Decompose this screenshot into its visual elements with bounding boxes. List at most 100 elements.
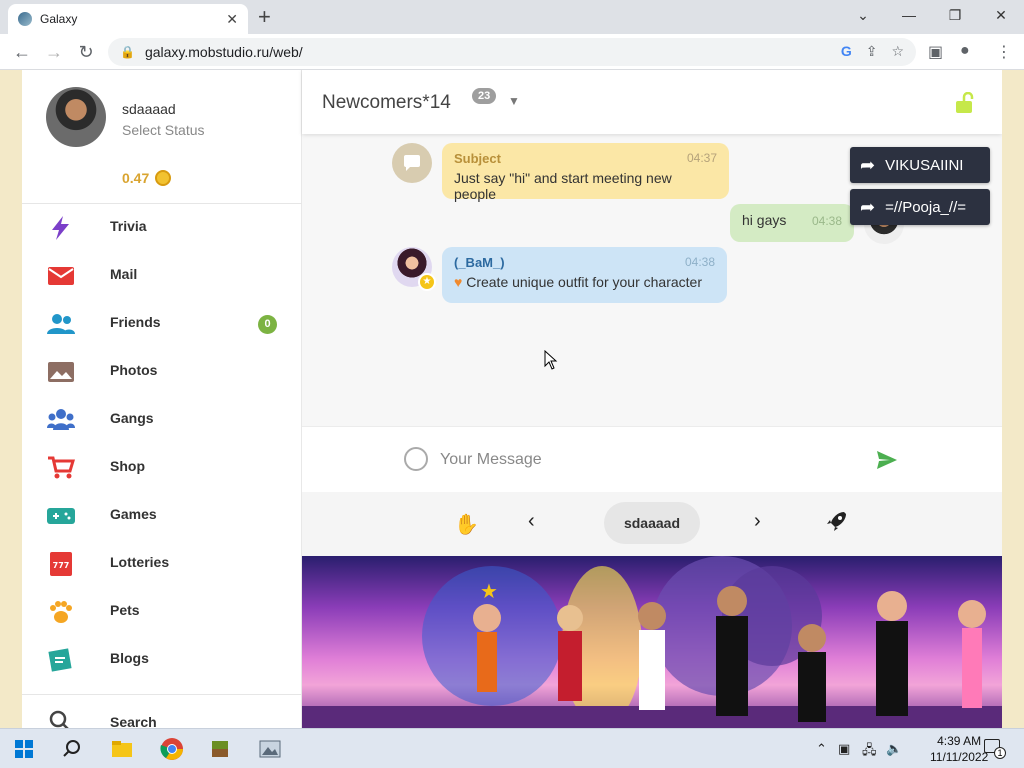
- room-user-count-badge: 23: [472, 88, 497, 104]
- sidebar-item-games[interactable]: Games: [22, 492, 302, 540]
- message-sender[interactable]: Subject: [454, 151, 717, 166]
- sidebar-menu: Trivia Mail Friends 0 Photos Gangs Shop …: [22, 204, 302, 684]
- sidebar-item-blogs[interactable]: Blogs: [22, 636, 302, 684]
- coin-amount: 0.47: [122, 170, 150, 186]
- ticket-icon: 777: [50, 552, 72, 576]
- volume-icon[interactable]: 🔈: [886, 741, 902, 757]
- bam-avatar[interactable]: ★: [392, 247, 436, 291]
- notification-user[interactable]: ➦ =//Pooja_//=: [850, 189, 990, 225]
- sidebar: sdaaaad Select Status 0.47 Trivia Mail F…: [22, 70, 302, 728]
- promo-banner[interactable]: ★: [302, 556, 1002, 728]
- sidebar-item-friends[interactable]: Friends 0: [22, 300, 302, 348]
- notification-name: =//Pooja_//=: [885, 198, 966, 216]
- system-clock[interactable]: 4:39 AM 11/11/2022: [930, 733, 988, 765]
- message-sender[interactable]: (_BaM_): [454, 255, 715, 270]
- network-icon[interactable]: 🖧: [862, 741, 877, 763]
- url-text: galaxy.mobstudio.ru/web/: [144, 44, 303, 60]
- outfit-icon: ♥: [454, 274, 463, 290]
- room-title[interactable]: Newcomers*14: [322, 92, 451, 114]
- sidebar-item-shop[interactable]: Shop: [22, 444, 302, 492]
- windows-taskbar: ⌃ ▣ 🖧 🔈 4:39 AM 11/11/2022 1: [0, 728, 1024, 768]
- menu-dots-icon[interactable]: ⋮: [996, 42, 1012, 62]
- chat-panel: Newcomers*14 23 ▼ Subject 04:37 Just say…: [302, 70, 1002, 728]
- bookmark-star-icon[interactable]: ☆: [891, 43, 904, 60]
- tray-app-icon[interactable]: ▣: [838, 741, 850, 757]
- chrome-icon[interactable]: [158, 735, 186, 763]
- profile-username[interactable]: sdaaaad: [122, 101, 176, 117]
- sidebar-item-pets[interactable]: Pets: [22, 588, 302, 636]
- search-icon: [49, 710, 69, 728]
- chevron-up-icon[interactable]: ⌃: [816, 741, 827, 757]
- minecraft-icon[interactable]: [206, 735, 234, 763]
- sidebar-item-label: Games: [110, 506, 157, 522]
- sidebar-item-search[interactable]: Search: [22, 698, 302, 728]
- close-tab-icon[interactable]: ✕: [226, 11, 238, 28]
- action-bar: ✋ ‹ sdaaaad ›: [302, 492, 1002, 556]
- address-bar[interactable]: 🔒 galaxy.mobstudio.ru/web/ G ⇪ ☆: [108, 38, 916, 66]
- search-icon[interactable]: [58, 735, 86, 763]
- message-text-row: ♥ Create unique outfit for your characte…: [454, 274, 715, 290]
- sidebar-item-trivia[interactable]: Trivia: [22, 204, 302, 252]
- back-icon[interactable]: ←: [10, 40, 34, 64]
- notification-stack: ➦ VIKUSAIINI ➦ =//Pooja_//=: [850, 147, 990, 231]
- tab-search-icon[interactable]: ⌄: [840, 0, 886, 30]
- sidebar-item-label: Photos: [110, 362, 158, 378]
- sidebar-item-label: Friends: [110, 314, 161, 330]
- message-time: 04:37: [686, 151, 717, 165]
- windows-start-icon[interactable]: [10, 735, 38, 763]
- share-icon[interactable]: ⇪: [866, 43, 878, 60]
- send-icon[interactable]: [876, 449, 898, 471]
- rocket-icon[interactable]: [824, 510, 848, 534]
- previous-user-button[interactable]: ‹: [528, 510, 535, 533]
- sidebar-item-gangs[interactable]: Gangs: [22, 396, 302, 444]
- galaxy-favicon-icon: [18, 12, 32, 26]
- minimize-button[interactable]: —: [886, 0, 932, 30]
- new-tab-button[interactable]: +: [258, 6, 271, 28]
- next-user-button[interactable]: ›: [754, 510, 761, 533]
- sidebar-item-lotteries[interactable]: 777 Lotteries: [22, 540, 302, 588]
- chat-header: Newcomers*14 23 ▼: [302, 70, 1002, 134]
- sidebar-item-label: Search: [110, 714, 157, 728]
- browser-tab-bar: Galaxy ✕ + ⌄ — ❐ ✕: [0, 0, 1024, 34]
- sidebar-item-label: Trivia: [110, 218, 147, 234]
- share-arrow-icon: ➦: [860, 154, 876, 175]
- wave-hand-icon[interactable]: ✋: [454, 512, 479, 537]
- avatar[interactable]: [46, 87, 106, 147]
- sidebar-item-photos[interactable]: Photos: [22, 348, 302, 396]
- blog-icon: [48, 648, 72, 672]
- file-explorer-icon[interactable]: [108, 735, 136, 763]
- notification-user[interactable]: ➦ VIKUSAIINI: [850, 147, 990, 183]
- side-panel-icon[interactable]: ▣: [928, 42, 943, 62]
- forward-icon[interactable]: →: [42, 40, 66, 64]
- sidebar-item-label: Lotteries: [110, 554, 170, 570]
- profile-panel: sdaaaad Select Status 0.47: [22, 70, 302, 204]
- reload-icon[interactable]: ↻: [74, 40, 98, 64]
- coin-balance[interactable]: 0.47: [122, 170, 172, 186]
- notification-name: VIKUSAIINI: [885, 156, 964, 174]
- cart-icon: [48, 456, 75, 479]
- message-input[interactable]: [440, 445, 860, 475]
- restore-button[interactable]: ❐: [932, 0, 978, 30]
- message-composer: [302, 426, 1002, 492]
- emoji-icon[interactable]: [404, 447, 428, 471]
- menu-divider: [22, 694, 302, 695]
- tab-title: Galaxy: [40, 12, 78, 26]
- google-icon[interactable]: G: [841, 43, 852, 60]
- profile-icon[interactable]: ●: [960, 42, 970, 60]
- share-arrow-icon: ➦: [860, 196, 876, 217]
- message-text: Create unique outfit for your character: [466, 274, 702, 290]
- chevron-down-icon[interactable]: ▼: [508, 94, 520, 108]
- mouse-cursor-icon: [544, 350, 558, 370]
- browser-tab[interactable]: Galaxy ✕: [8, 4, 248, 34]
- clock-time: 4:39 AM: [937, 734, 982, 748]
- characters-illustration: ★: [302, 556, 1002, 728]
- image-viewer-icon[interactable]: [256, 735, 284, 763]
- sidebar-item-label: Blogs: [110, 650, 149, 666]
- paw-icon: [50, 601, 72, 623]
- profile-status[interactable]: Select Status: [122, 122, 205, 138]
- sidebar-item-mail[interactable]: Mail: [22, 252, 302, 300]
- photo-icon: [48, 362, 74, 382]
- close-window-button[interactable]: ✕: [978, 0, 1024, 30]
- selected-user-pill[interactable]: sdaaaad: [604, 502, 700, 544]
- unlock-icon[interactable]: [954, 92, 976, 114]
